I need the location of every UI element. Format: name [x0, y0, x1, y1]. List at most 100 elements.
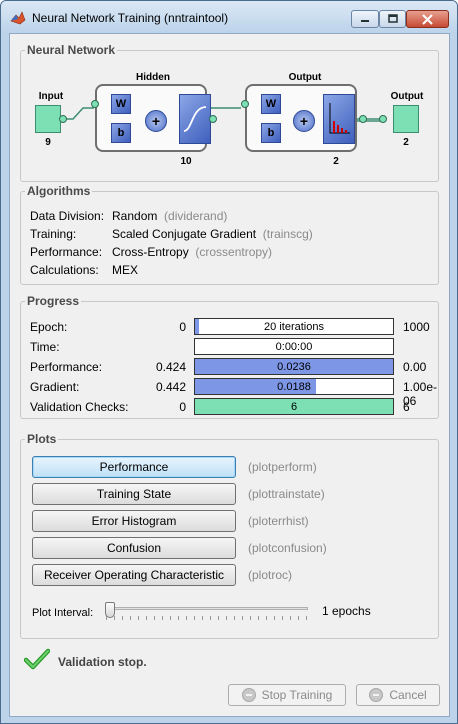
hidden-size: 10 [180, 156, 192, 167]
hidden-activation [179, 94, 211, 144]
hidden-weight: W [111, 94, 131, 114]
close-button[interactable] [406, 10, 449, 28]
hidden-bias: b [111, 123, 131, 143]
alg-value: MEX [112, 263, 139, 277]
minimize-button[interactable] [351, 10, 379, 28]
alg-key: Performance: [30, 245, 103, 259]
softmax-icon [329, 103, 350, 134]
matlab-icon [10, 11, 26, 25]
progress-bar: 0.0236 [194, 358, 394, 375]
progress-bar: 0.0188 [194, 378, 394, 395]
plot-interval-slider[interactable] [104, 602, 310, 622]
progress-start-value: 0.424 [155, 360, 186, 374]
progress-start-value: 0 [179, 400, 186, 414]
output-layer-label: Output [288, 72, 322, 83]
plot-confusion-button[interactable]: Confusion [32, 537, 236, 559]
plot-roc-button[interactable]: Receiver Operating Characteristic [32, 564, 236, 586]
plot-performance-button[interactable]: Performance [32, 456, 236, 478]
progress-label: Validation Checks: [30, 400, 129, 414]
progress-end-value: 6 [403, 400, 410, 414]
output-size: 2 [403, 137, 409, 148]
maximize-button[interactable] [379, 10, 406, 28]
cancel-icon [369, 688, 384, 702]
alg-key: Calculations: [30, 263, 99, 277]
input-label: Input [38, 91, 64, 102]
hidden-label: Hidden [136, 72, 170, 83]
progress-label: Performance: [30, 360, 103, 374]
progress-title: Progress [25, 294, 82, 308]
stop-training-button[interactable]: Stop Training [228, 684, 346, 706]
tansig-icon [183, 106, 207, 132]
output-out-dot [359, 115, 367, 123]
network-panel: Neural Network Input 9 Hidden W b + 10 O… [20, 43, 439, 182]
alg-value-wrap: MEX [112, 263, 138, 277]
progress-current-value: 6 [290, 401, 298, 413]
progress-row: Epoch: 0 20 iterations 1000 [30, 318, 440, 336]
progress-row: Time: 0:00:00 [30, 338, 440, 356]
alg-detail: (crossentropy) [195, 245, 273, 259]
input-size: 9 [45, 137, 51, 148]
progress-bar: 6 [194, 398, 394, 415]
progress-current-value: 0.0188 [277, 381, 311, 393]
progress-current-value: 0.0236 [277, 361, 311, 373]
close-icon [422, 13, 433, 25]
output-bias: b [261, 123, 281, 143]
progress-row: Validation Checks: 0 6 6 [30, 398, 440, 416]
input-connector-dot [59, 115, 67, 123]
cancel-label: Cancel [389, 688, 427, 702]
client-area: Neural Network Input 9 Hidden W b + 10 O… [9, 33, 450, 717]
alg-value-wrap: Cross-Entropy (crossentropy) [112, 245, 272, 259]
alg-key: Data Division: [30, 209, 105, 223]
output-in-dot [241, 100, 249, 108]
hidden-out-dot [209, 115, 217, 123]
plot-fn-label: (ploterrhist) [248, 514, 309, 528]
app-window: Neural Network Training (nntraintool) Ne… [0, 0, 458, 724]
progress-end-value: 1000 [403, 320, 430, 334]
hidden-in-dot [91, 100, 99, 108]
minimize-icon [361, 20, 369, 22]
alg-key: Training: [30, 227, 77, 241]
network-diagram [63, 107, 381, 134]
title-bar: Neural Network Training (nntraintool) [1, 1, 457, 33]
plot-error-histogram-button[interactable]: Error Histogram [32, 510, 236, 532]
output-activation [323, 94, 355, 144]
alg-value-wrap: Scaled Conjugate Gradient (trainscg) [112, 227, 313, 241]
status-text: Validation stop. [58, 655, 147, 669]
input-node [35, 105, 61, 133]
algorithms-title: Algorithms [25, 184, 93, 198]
plot-fn-label: (plottrainstate) [248, 487, 325, 501]
alg-row-performance: Performance: Cross-Entropy (crossentropy… [30, 245, 430, 261]
plot-fn-label: (plotconfusion) [248, 541, 327, 555]
progress-label: Epoch: [30, 320, 68, 334]
cancel-button[interactable]: Cancel [356, 684, 440, 706]
output-label: Output [390, 91, 424, 102]
progress-end-value: 0.00 [403, 360, 427, 374]
stop-icon [241, 688, 256, 702]
progress-bar: 0:00:00 [194, 338, 394, 355]
slider-track [106, 607, 308, 610]
progress-start-value: 0 [179, 320, 186, 334]
output-node-dot [379, 115, 387, 123]
alg-detail: (trainscg) [262, 227, 313, 241]
progress-current-value: 20 iterations [264, 321, 324, 333]
alg-value: Cross-Entropy [112, 245, 189, 259]
alg-value: Random [112, 209, 158, 223]
output-node [393, 105, 419, 133]
checkmark-icon [24, 648, 50, 670]
plot-fn-label: (plotroc) [248, 568, 293, 582]
progress-row: Performance: 0.424 0.0236 0.00 [30, 358, 440, 376]
alg-value-wrap: Random (dividerand) [112, 209, 227, 223]
plot-fn-label: (plotperform) [248, 460, 317, 474]
plots-title: Plots [25, 432, 59, 446]
alg-row-training: Training: Scaled Conjugate Gradient (tra… [30, 227, 430, 243]
output-weight: W [261, 94, 281, 114]
progress-start-value: 0.442 [155, 380, 186, 394]
progress-label: Time: [30, 340, 60, 354]
slider-thumb[interactable] [105, 602, 115, 618]
progress-row: Gradient: 0.442 0.0188 1.00e-06 [30, 378, 440, 408]
alg-value: Scaled Conjugate Gradient [112, 227, 257, 241]
progress-bar: 20 iterations [194, 318, 394, 335]
plot-training-state-button[interactable]: Training State [32, 483, 236, 505]
slider-ticks [106, 616, 308, 620]
output-layer-size: 2 [333, 156, 339, 167]
